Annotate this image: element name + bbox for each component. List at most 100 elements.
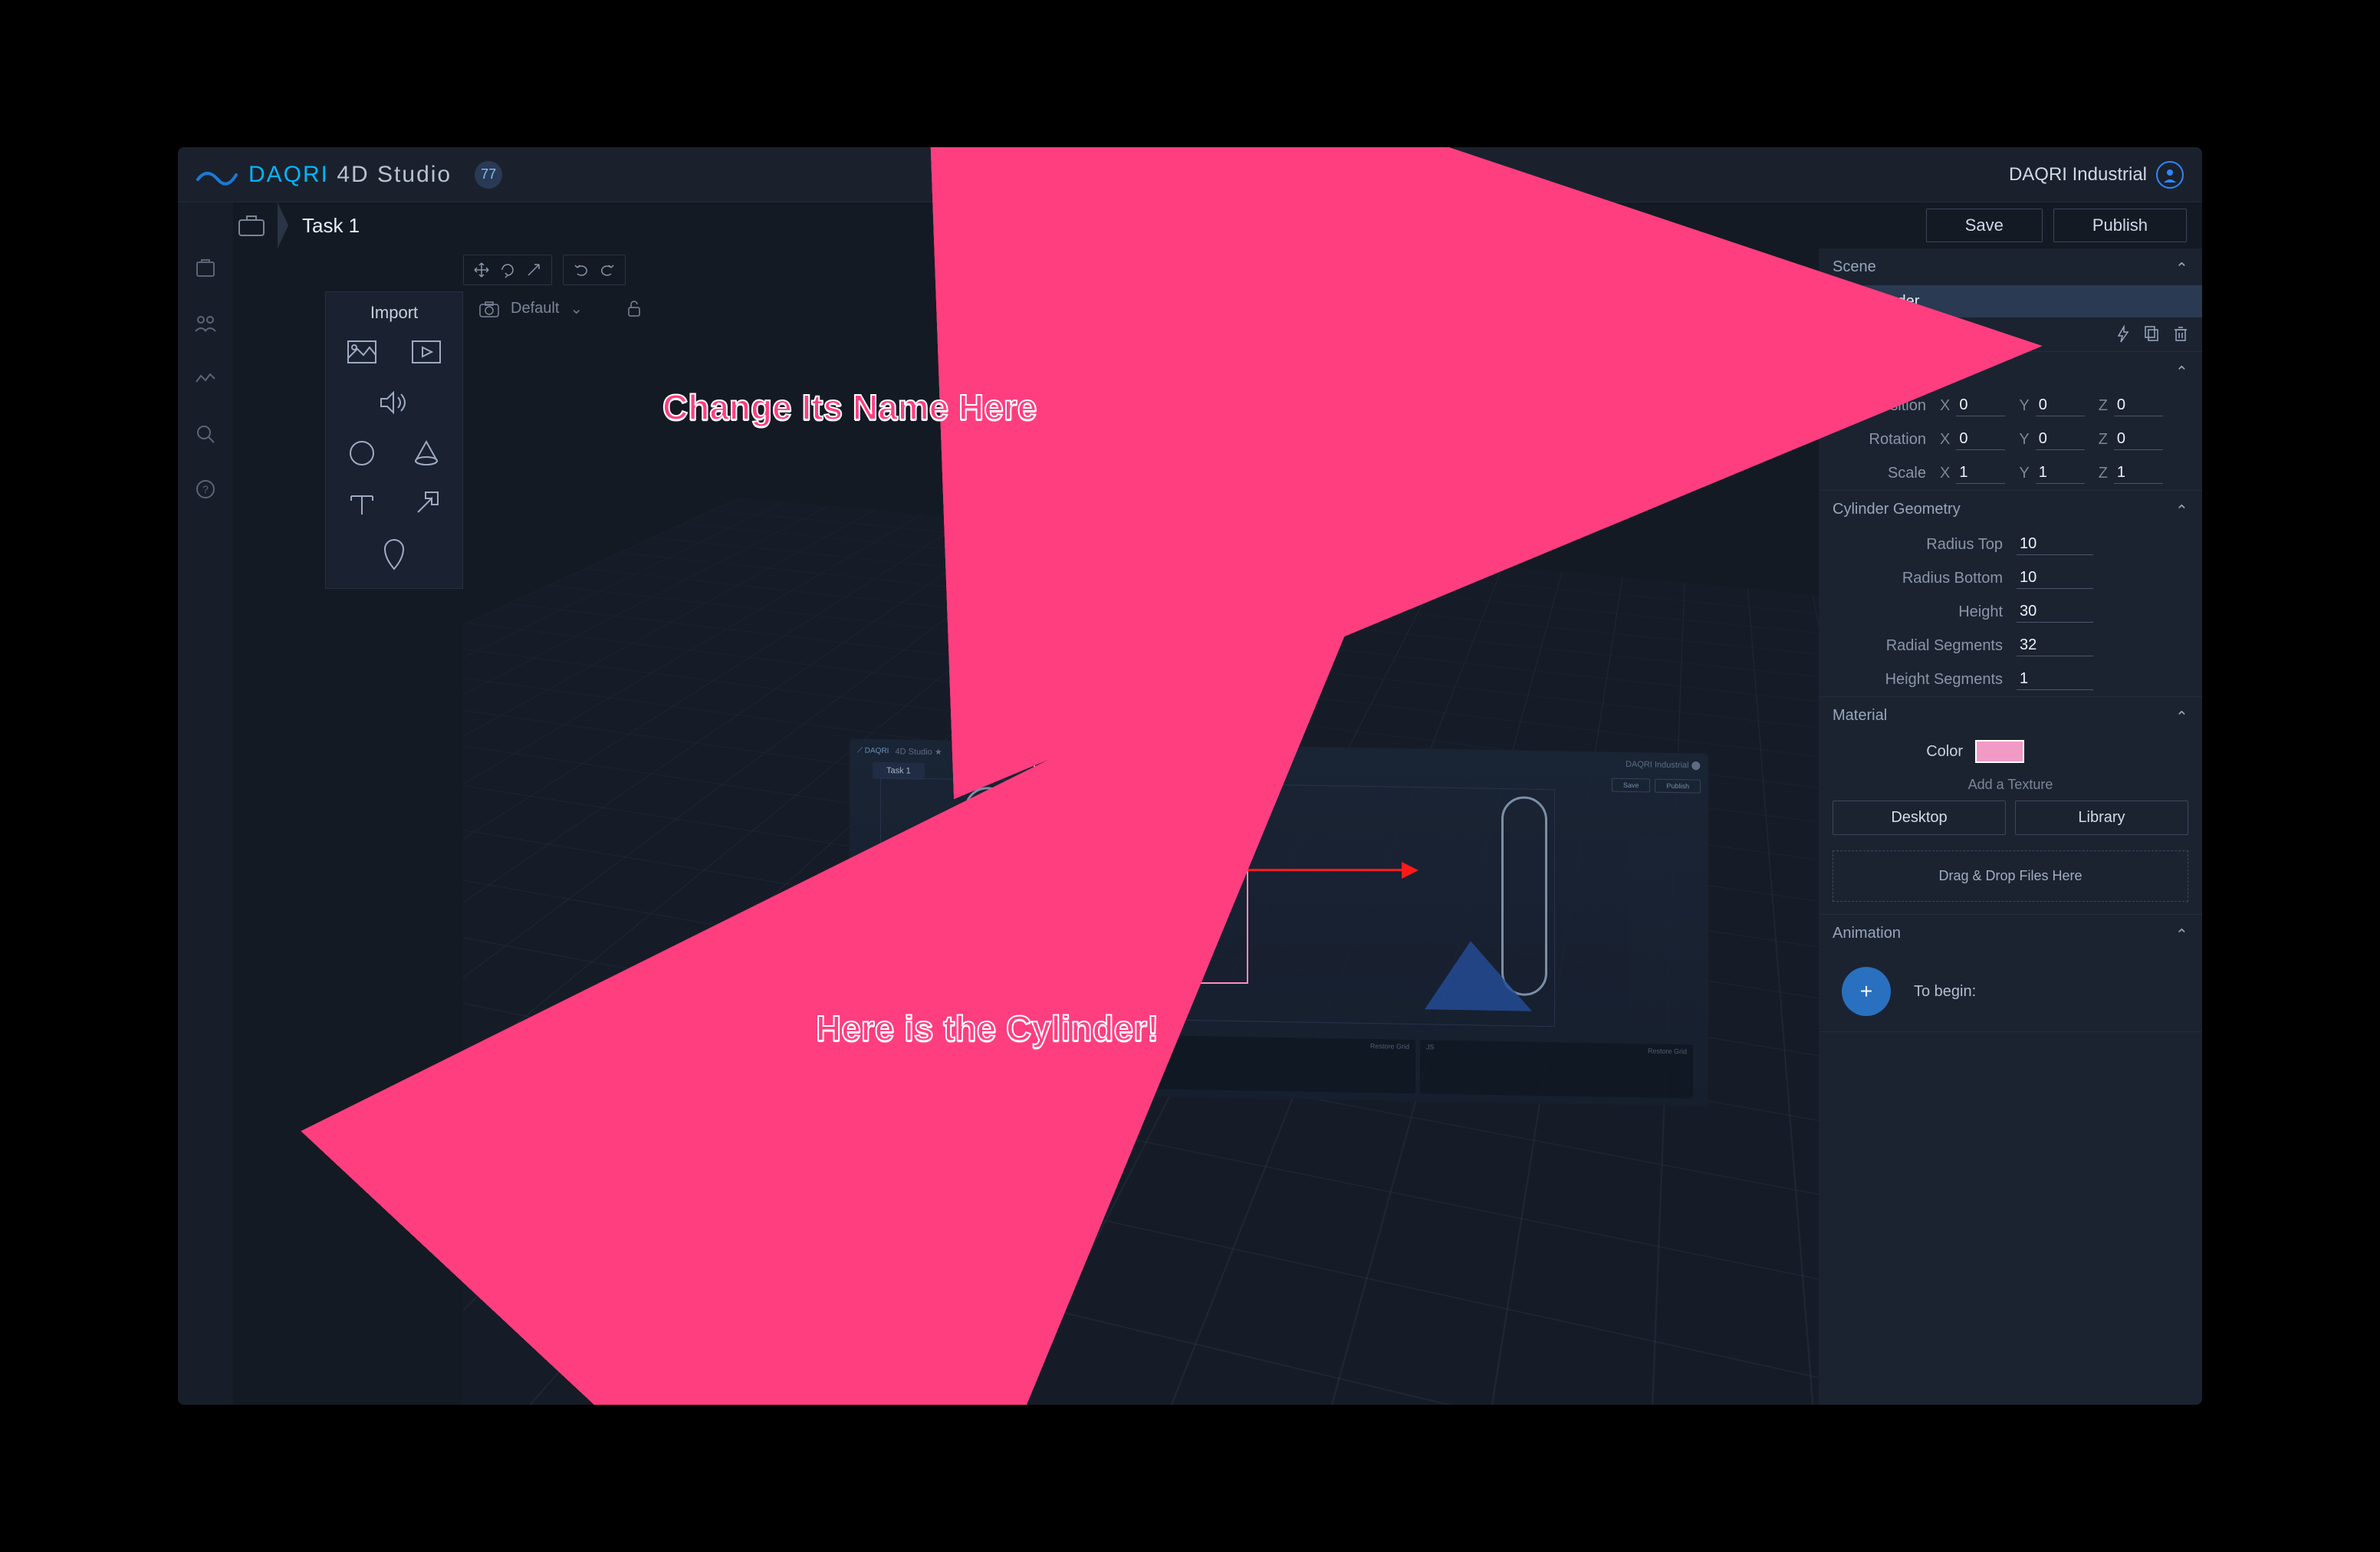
search-icon[interactable]	[193, 422, 218, 446]
account-menu[interactable]: DAQRI Industrial	[2009, 161, 2184, 189]
rotation-z-input[interactable]	[2114, 429, 2163, 450]
color-label: Color	[1833, 743, 1963, 761]
history-tools	[563, 255, 626, 285]
animation-section: Animation ⌄ + To begin:	[1819, 915, 2202, 1032]
chevron-up-icon: ⌄	[2175, 706, 2188, 725]
transform-header[interactable]: Transform ⌄	[1819, 352, 2202, 389]
scene-item-cylinder[interactable]: Cylinder	[1819, 285, 2202, 317]
transform-section: Transform ⌄ Position X Y Z Rotation	[1819, 352, 2202, 491]
view-3d-button[interactable]	[1076, 208, 1125, 243]
svg-text:?: ?	[202, 483, 209, 495]
publish-button[interactable]: Publish	[2053, 209, 2187, 242]
texture-dropzone[interactable]: Drag & Drop Files Here	[1833, 850, 2188, 902]
add-animation-button[interactable]: +	[1842, 967, 1891, 1016]
height-segments-input[interactable]	[2017, 669, 2093, 690]
view-split-button[interactable]	[1125, 208, 1174, 243]
app-frame: DAQRI 4D Studio 77 DAQRI Industrial ?	[178, 147, 2202, 1405]
color-swatch[interactable]	[1975, 740, 2024, 763]
sub-bar: Task 1 Save Publish	[233, 202, 2202, 248]
bolt-icon[interactable]	[2116, 325, 2130, 344]
geometry-section: Cylinder Geometry ⌄ Radius Top Radius Bo…	[1819, 491, 2202, 697]
view-preview-button[interactable]	[1174, 208, 1223, 243]
radial-segments-input[interactable]	[2017, 635, 2093, 656]
import-title: Import	[335, 303, 453, 323]
radius-top-input[interactable]	[2017, 534, 2093, 555]
import-text-icon[interactable]	[340, 485, 384, 522]
inspector-panel: Scene ⌄ Cylinder T	[1819, 248, 2202, 1405]
height-input[interactable]	[2017, 601, 2093, 623]
add-texture-link[interactable]: Add a Texture	[1819, 769, 2202, 801]
gizmo-x-axis[interactable]	[1233, 869, 1402, 871]
chevron-up-icon: ⌄	[2175, 924, 2188, 943]
radius-bottom-label: Radius Bottom	[1833, 570, 2017, 587]
scale-tool-icon[interactable]	[525, 261, 542, 278]
annotation-arrow-icon	[969, 785, 1215, 1031]
geometry-header[interactable]: Cylinder Geometry ⌄	[1819, 491, 2202, 528]
logo: DAQRI 4D Studio 77	[196, 161, 502, 189]
trash-icon[interactable]	[2173, 325, 2188, 344]
redo-icon[interactable]	[599, 261, 616, 278]
scale-y-input[interactable]	[2036, 462, 2085, 484]
import-image-icon[interactable]	[340, 334, 384, 370]
scene-actions	[1819, 317, 2202, 351]
user-icon	[2156, 161, 2184, 189]
scene-title: Scene	[1833, 258, 1876, 276]
import-panel: Import	[325, 291, 463, 589]
people-icon[interactable]	[193, 311, 218, 336]
rotation-x-input[interactable]	[1956, 429, 2005, 450]
copy-icon[interactable]	[2144, 325, 2159, 344]
material-section: Material ⌄ Color Add a Texture Desktop L…	[1819, 697, 2202, 915]
position-y-input[interactable]	[2036, 395, 2085, 416]
scene-header[interactable]: Scene ⌄	[1819, 248, 2202, 285]
scale-x-input[interactable]	[1956, 462, 2005, 484]
material-header[interactable]: Material ⌄	[1819, 697, 2202, 734]
projects-icon[interactable]	[193, 256, 218, 281]
account-name: DAQRI Industrial	[2009, 164, 2147, 186]
left-rail: ?	[178, 202, 233, 1405]
logo-swoosh-icon	[196, 164, 238, 186]
task-name[interactable]: Task 1	[288, 214, 373, 238]
import-audio-icon[interactable]	[372, 384, 416, 421]
position-z-input[interactable]	[2114, 395, 2163, 416]
save-button[interactable]: Save	[1926, 209, 2043, 242]
rotate-tool-icon[interactable]	[499, 261, 516, 278]
camera-dropdown[interactable]: Default	[511, 300, 559, 317]
rotation-label: Rotation	[1833, 431, 1940, 449]
unlock-icon[interactable]	[627, 301, 641, 317]
import-pin-icon[interactable]	[372, 536, 416, 573]
eye-icon[interactable]	[1836, 295, 1852, 307]
view-toggle	[1075, 207, 1224, 244]
suitcase-icon[interactable]	[236, 212, 267, 238]
transform-title: Transform	[1833, 362, 1902, 380]
texture-desktop-button[interactable]: Desktop	[1833, 801, 2006, 835]
chevron-up-icon: ⌄	[2175, 361, 2188, 380]
texture-library-button[interactable]: Library	[2015, 801, 2188, 835]
animation-header[interactable]: Animation ⌄	[1819, 915, 2202, 952]
position-label: Position	[1833, 397, 1940, 415]
import-video-icon[interactable]	[404, 334, 449, 370]
scale-label: Scale	[1833, 465, 1940, 482]
import-circle-icon[interactable]	[340, 435, 384, 472]
scene-item-label: Cylinder	[1863, 293, 1919, 311]
help-icon[interactable]: ?	[193, 477, 218, 501]
gizmo-y-axis[interactable]	[1139, 669, 1142, 769]
import-arrow-icon[interactable]	[404, 485, 449, 522]
radius-bottom-input[interactable]	[2017, 567, 2093, 589]
radius-top-label: Radius Top	[1833, 536, 2017, 554]
chevron-up-icon: ⌄	[2175, 500, 2188, 519]
chevron-down-icon: ⌄	[570, 299, 583, 318]
move-tool-icon[interactable]	[473, 261, 490, 278]
brand-text: DAQRI 4D Studio	[248, 162, 452, 188]
rotation-y-input[interactable]	[2036, 429, 2085, 450]
annotation-arrow-icon	[1107, 340, 1797, 463]
undo-icon[interactable]	[573, 261, 590, 278]
chevron-up-icon: ⌄	[2175, 258, 2188, 277]
analytics-icon[interactable]	[193, 367, 218, 391]
import-cone-icon[interactable]	[404, 435, 449, 472]
scale-z-input[interactable]	[2114, 462, 2163, 484]
position-x-input[interactable]	[1956, 395, 2005, 416]
breadcrumb: Task 1	[233, 202, 373, 248]
notification-badge[interactable]: 77	[475, 161, 502, 189]
camera-icon[interactable]	[478, 301, 500, 317]
transform-tools	[463, 255, 552, 285]
